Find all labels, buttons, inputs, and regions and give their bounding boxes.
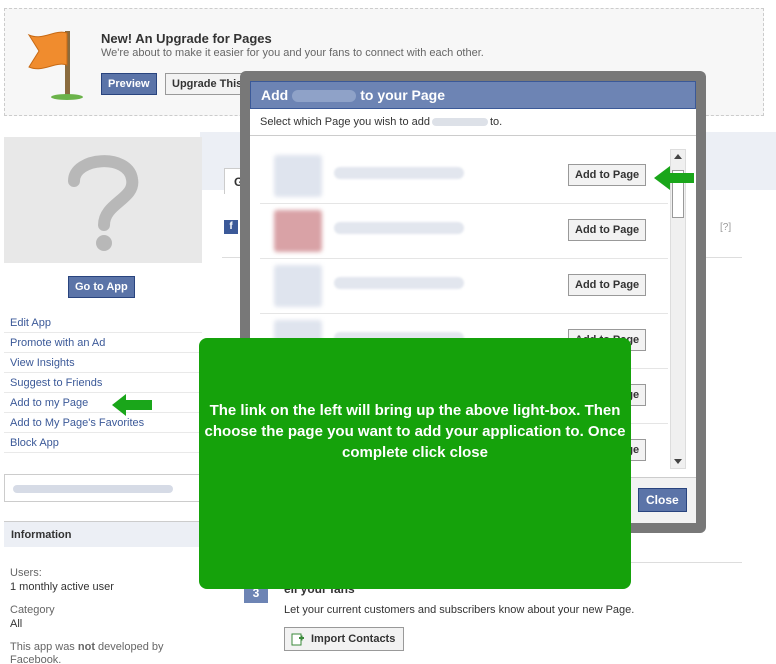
page-row: Add to Page bbox=[260, 149, 668, 204]
developer-note: This app was not developed by bbox=[10, 641, 164, 653]
page-row: Add to Page bbox=[260, 259, 668, 314]
view-insights-link[interactable]: View Insights bbox=[4, 353, 202, 373]
arrow-left-icon bbox=[112, 394, 152, 416]
dialog-scrollbar[interactable] bbox=[670, 149, 686, 469]
users-label: Users: bbox=[10, 567, 42, 579]
help-link[interactable]: [?] bbox=[720, 222, 731, 233]
close-button[interactable]: Close bbox=[638, 488, 687, 512]
add-to-page-button[interactable]: Add to Page bbox=[568, 219, 647, 241]
banner-title: New! An Upgrade for Pages bbox=[101, 31, 272, 46]
add-to-my-page-link[interactable]: Add to my Page bbox=[4, 393, 202, 413]
page-thumbnail bbox=[274, 155, 322, 197]
blurred-field bbox=[4, 474, 200, 502]
flag-icon bbox=[27, 31, 83, 100]
app-actions-list: Edit App Promote with an Ad View Insight… bbox=[4, 313, 202, 453]
facebook-icon: f bbox=[224, 220, 238, 234]
app-page: New! An Upgrade for Pages We're about to… bbox=[0, 0, 776, 664]
divider bbox=[630, 562, 742, 563]
suggest-friends-link[interactable]: Suggest to Friends bbox=[4, 373, 202, 393]
category-label: Category bbox=[10, 604, 55, 616]
promote-ad-link[interactable]: Promote with an Ad bbox=[4, 333, 202, 353]
import-contacts-label: Import Contacts bbox=[311, 633, 396, 645]
question-mark-icon bbox=[68, 155, 139, 251]
dialog-subtitle: Select which Page you wish to add to. bbox=[250, 109, 696, 136]
page-row: Add to Page bbox=[260, 204, 668, 259]
instruction-callout: The link on the left will bring up the a… bbox=[199, 338, 631, 589]
go-to-app-button[interactable]: Go to App bbox=[68, 276, 135, 298]
add-to-favorites-link[interactable]: Add to My Page's Favorites bbox=[4, 413, 202, 433]
banner-subtitle: We're about to make it easier for you an… bbox=[101, 47, 484, 59]
information-heading: Information bbox=[4, 521, 202, 547]
add-to-page-button[interactable]: Add to Page bbox=[568, 274, 647, 296]
page-thumbnail bbox=[274, 210, 322, 252]
app-profile-picture bbox=[4, 137, 202, 263]
category-value: All bbox=[10, 618, 23, 630]
arrow-right-icon bbox=[654, 166, 694, 190]
page-thumbnail bbox=[274, 265, 322, 307]
import-contacts-button[interactable]: Import Contacts bbox=[284, 627, 405, 651]
preview-button[interactable]: Preview bbox=[101, 73, 157, 95]
users-value: 1 monthly active user bbox=[10, 581, 114, 593]
dialog-title: Add to your Page bbox=[250, 81, 696, 109]
scroll-up-icon[interactable] bbox=[674, 154, 682, 159]
edit-app-link[interactable]: Edit App bbox=[4, 313, 202, 333]
import-contacts-icon bbox=[291, 633, 304, 646]
developer-note-line2: Facebook. bbox=[10, 654, 62, 664]
block-app-link[interactable]: Block App bbox=[4, 433, 202, 453]
scroll-down-icon[interactable] bbox=[674, 459, 682, 464]
add-to-page-button[interactable]: Add to Page bbox=[568, 164, 647, 186]
step-description: Let your current customers and subscribe… bbox=[284, 604, 635, 616]
